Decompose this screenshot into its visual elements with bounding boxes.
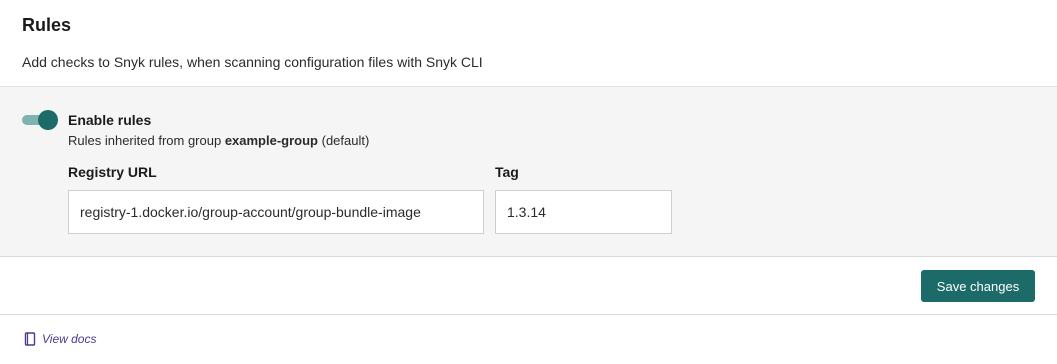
enable-rules-toggle[interactable] <box>22 110 58 130</box>
save-changes-button[interactable]: Save changes <box>921 270 1035 302</box>
book-icon <box>24 332 36 346</box>
rules-settings-page: Rules Add checks to Snyk rules, when sca… <box>0 0 1057 364</box>
footer-divider <box>0 314 1057 315</box>
view-docs-label: View docs <box>42 332 97 346</box>
tag-input[interactable] <box>495 190 672 234</box>
inherited-prefix: Rules inherited from group <box>68 133 225 148</box>
inherited-suffix: (default) <box>318 133 370 148</box>
view-docs-link[interactable]: View docs <box>24 332 96 346</box>
rules-panel: Enable rules Rules inherited from group … <box>0 86 1057 257</box>
inherited-rules-text: Rules inherited from group example-group… <box>68 133 369 148</box>
toggle-thumb <box>38 110 58 130</box>
page-description: Add checks to Snyk rules, when scanning … <box>22 54 483 70</box>
group-name: example-group <box>224 133 318 148</box>
tag-label: Tag <box>495 164 519 180</box>
page-title: Rules <box>22 15 72 35</box>
enable-rules-label: Enable rules <box>68 112 152 128</box>
registry-url-label: Registry URL <box>68 164 157 180</box>
registry-url-input[interactable] <box>68 190 484 234</box>
